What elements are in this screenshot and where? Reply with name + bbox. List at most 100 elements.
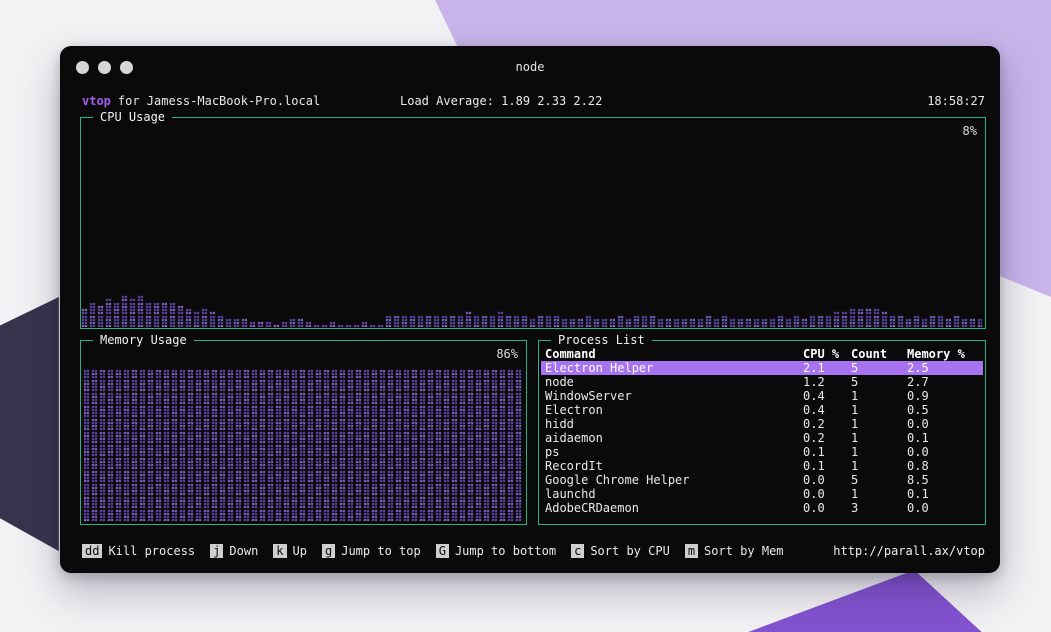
process-table-body: Electron Helper2.152.5node1.252.7WindowS… [539,361,985,515]
cpu-panel-title: CPU Usage [93,110,172,124]
cell-count: 1 [851,459,907,473]
desktop-background: node vtop for Jamess-MacBook-Pro.local Lo… [0,0,1051,632]
shortcut-down[interactable]: j Down [210,544,258,558]
cell-cpu: 2.1 [803,361,851,375]
shortcut-up[interactable]: k Up [273,544,307,558]
cell-cpu: 0.0 [803,501,851,515]
process-row[interactable]: Google Chrome Helper0.058.5 [541,473,983,487]
clock: 18:58:27 [927,94,985,108]
memory-usage-chart [84,368,521,521]
cell-command: launchd [545,487,803,501]
shortcut-key: j [210,544,223,558]
cell-command: hidd [545,417,803,431]
vtop-header: vtop for Jamess-MacBook-Pro.local Load Av… [60,94,1000,108]
column-header: Memory % [907,347,983,361]
process-row[interactable]: RecordIt0.110.8 [541,459,983,473]
cell-count: 1 [851,389,907,403]
shortcut-sort-by-cpu[interactable]: c Sort by CPU [571,544,670,558]
cell-command: aidaemon [545,431,803,445]
cell-cpu: 1.2 [803,375,851,389]
cell-memory: 0.8 [907,459,983,473]
process-panel-title: Process List [551,333,652,347]
column-header: Count [851,347,907,361]
app-name: vtop [82,94,111,108]
process-row[interactable]: ps0.110.0 [541,445,983,459]
cell-memory: 8.5 [907,473,983,487]
cell-command: Electron [545,403,803,417]
cell-cpu: 0.1 [803,459,851,473]
process-row[interactable]: Electron Helper2.152.5 [541,361,983,375]
cell-cpu: 0.4 [803,389,851,403]
footer-bar: dd Kill process j Down k Up g Jump to top GJump … [82,544,985,558]
shortcut-jump-to-top[interactable]: g Jump to top [322,544,421,558]
cell-cpu: 0.2 [803,417,851,431]
shortcut-key: G [436,544,449,558]
cell-memory: 0.0 [907,417,983,431]
cell-count: 1 [851,431,907,445]
shortcut-key: dd [82,544,102,558]
cell-count: 1 [851,487,907,501]
keyboard-shortcuts: dd Kill process j Down k Up g Jump to top GJump … [82,544,784,558]
process-row[interactable]: aidaemon0.210.1 [541,431,983,445]
cell-count: 3 [851,501,907,515]
cell-cpu: 0.1 [803,445,851,459]
cell-memory: 0.1 [907,487,983,501]
cell-memory: 2.5 [907,361,983,375]
cell-cpu: 0.0 [803,487,851,501]
cell-memory: 0.1 [907,431,983,445]
titlebar: node [60,46,1000,86]
cell-command: node [545,375,803,389]
cpu-history-chart [82,257,982,327]
cell-command: Electron Helper [545,361,803,375]
shortcut-key: c [571,544,584,558]
cpu-percent-label: 8% [963,124,977,138]
process-row[interactable]: AdobeCRDaemon0.030.0 [541,501,983,515]
column-header: Command [545,347,803,361]
cell-count: 1 [851,445,907,459]
shortcut-key: m [685,544,698,558]
cell-count: 5 [851,361,907,375]
cpu-usage-panel: CPU Usage 8% [80,117,986,329]
cell-command: AdobeCRDaemon [545,501,803,515]
memory-panel-title: Memory Usage [93,333,194,347]
process-row[interactable]: WindowServer0.410.9 [541,389,983,403]
cell-cpu: 0.2 [803,431,851,445]
cell-memory: 0.0 [907,445,983,459]
cell-count: 1 [851,417,907,431]
cell-command: WindowServer [545,389,803,403]
cell-count: 5 [851,473,907,487]
process-row[interactable]: node1.252.7 [541,375,983,389]
process-list-panel: Process List CommandCPU %CountMemory % E… [538,340,986,525]
column-header: CPU % [803,347,851,361]
shortcut-jump-to-bottom[interactable]: GJump to bottom [436,544,556,558]
host-text: for Jamess-MacBook-Pro.local [118,94,320,108]
shortcut-label: Up [293,544,307,558]
shortcut-label: Sort by CPU [590,544,669,558]
cell-memory: 2.7 [907,375,983,389]
cell-memory: 0.5 [907,403,983,417]
vtop-url[interactable]: http://parall.ax/vtop [833,544,985,558]
shortcut-label: Kill process [108,544,195,558]
shortcut-sort-by-mem[interactable]: m Sort by Mem [685,544,784,558]
memory-percent-label: 86% [496,347,518,361]
shortcut-key: g [322,544,335,558]
cell-cpu: 0.4 [803,403,851,417]
process-table-header: CommandCPU %CountMemory % [541,347,983,361]
shortcut-kill-process[interactable]: dd Kill process [82,544,195,558]
process-row[interactable]: Electron0.410.5 [541,403,983,417]
cell-memory: 0.0 [907,501,983,515]
shortcut-label: Down [229,544,258,558]
cell-command: ps [545,445,803,459]
shortcut-label: Jump to top [341,544,420,558]
shortcut-label: Sort by Mem [704,544,783,558]
process-row[interactable]: hidd0.210.0 [541,417,983,431]
cell-count: 1 [851,403,907,417]
process-row[interactable]: launchd0.010.1 [541,487,983,501]
shortcut-key: k [273,544,286,558]
cell-count: 5 [851,375,907,389]
load-average: Load Average: 1.89 2.33 2.22 [400,94,602,108]
window-title: node [60,60,1000,74]
memory-usage-panel: Memory Usage 86% [80,340,527,525]
cell-command: Google Chrome Helper [545,473,803,487]
terminal-window: node vtop for Jamess-MacBook-Pro.local Lo… [60,46,1000,573]
